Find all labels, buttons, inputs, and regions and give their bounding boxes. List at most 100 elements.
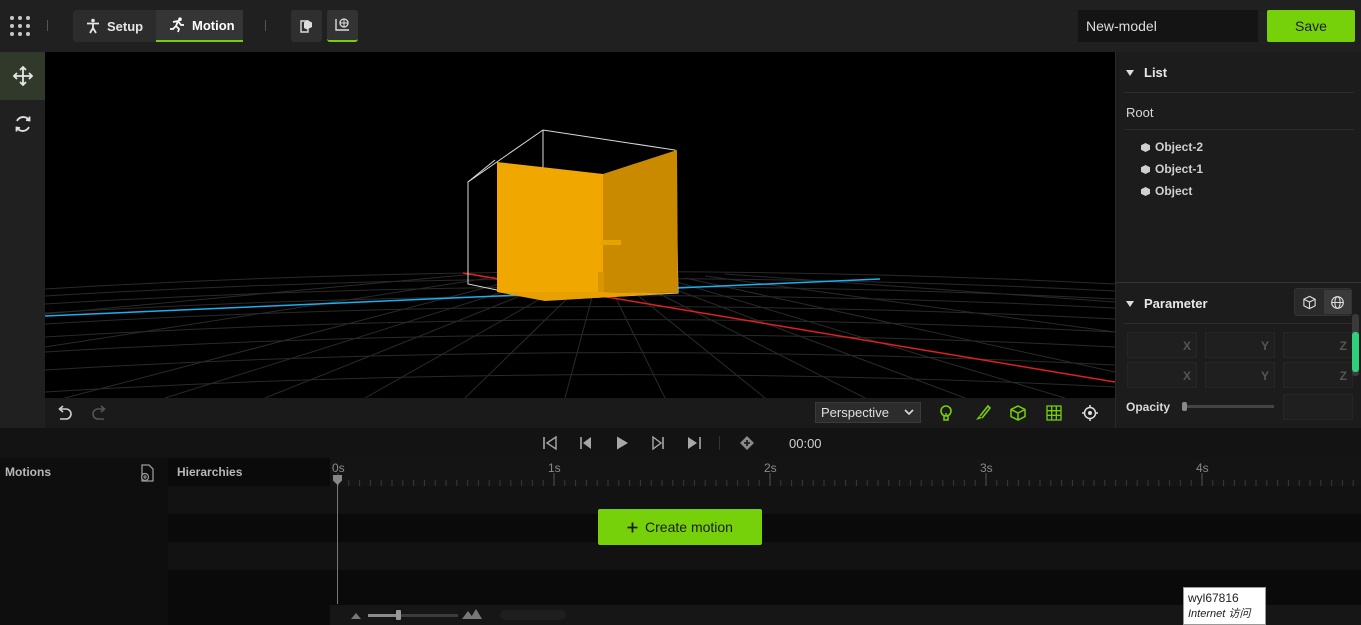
- rotation-x-field[interactable]: X: [1127, 362, 1197, 388]
- light-button[interactable]: [936, 403, 956, 423]
- list-section-header[interactable]: List: [1126, 65, 1167, 80]
- setup-mode-label: Setup: [107, 18, 144, 34]
- plus-icon: [627, 522, 638, 532]
- rotation-y-field[interactable]: Y: [1205, 362, 1275, 388]
- opacity-value-field[interactable]: [1283, 394, 1353, 420]
- list-title: List: [1144, 65, 1168, 80]
- viewport-toolbar: Perspective: [45, 398, 1115, 428]
- panel-scrollbar[interactable]: [1352, 314, 1359, 376]
- save-button[interactable]: Save: [1267, 10, 1355, 42]
- ruler-tick-label: 0s: [332, 461, 345, 475]
- timeline-zoom-slider[interactable]: [368, 610, 458, 620]
- zoom-in-icon[interactable]: [462, 608, 482, 620]
- tree-item-object-2[interactable]: Object-2: [1141, 140, 1203, 154]
- divider: [47, 20, 48, 31]
- position-x-field[interactable]: X: [1127, 332, 1197, 358]
- 3d-viewport[interactable]: [45, 52, 1115, 398]
- model-box-icon: [299, 20, 312, 33]
- timecode: 00:00: [789, 436, 822, 451]
- ruler-tick-label: 1s: [548, 461, 561, 475]
- cube-button[interactable]: [1008, 403, 1028, 423]
- mode-switch: Setup Motion: [73, 10, 243, 42]
- skip-start-icon[interactable]: [542, 435, 558, 451]
- divider: [1124, 129, 1354, 130]
- opacity-slider[interactable]: [1182, 402, 1274, 411]
- divider: [1124, 323, 1354, 324]
- collapse-triangle-icon: [1126, 300, 1134, 307]
- opacity-slider-handle[interactable]: [1182, 402, 1187, 411]
- timeline: Motions Hierarchies 0s 1s 2s 3s 4s Creat…: [0, 458, 1361, 625]
- parameter-section-header[interactable]: Parameter: [1126, 296, 1208, 311]
- opacity-label: Opacity: [1126, 400, 1171, 414]
- add-motion-file-icon[interactable]: [139, 464, 155, 485]
- divider: [1116, 282, 1361, 283]
- cube-icon: [1010, 405, 1026, 421]
- setup-mode-button[interactable]: Setup: [73, 10, 156, 42]
- panel-scrollbar-thumb[interactable]: [1352, 332, 1359, 372]
- tree-item-label: Object-2: [1155, 140, 1204, 154]
- paint-button[interactable]: [972, 403, 992, 423]
- apps-grid-icon[interactable]: [10, 16, 30, 36]
- hierarchies-title: Hierarchies: [177, 465, 243, 479]
- redo-icon[interactable]: [91, 404, 109, 423]
- tree-item-object-1[interactable]: Object-1: [1141, 162, 1203, 176]
- model-name-input[interactable]: [1078, 10, 1258, 42]
- rotation-z-field[interactable]: Z: [1283, 362, 1353, 388]
- collapse-triangle-icon: [1126, 69, 1134, 76]
- step-forward-icon[interactable]: [650, 435, 666, 451]
- move-arrows-icon: [12, 65, 33, 87]
- person-icon: [87, 18, 99, 34]
- motion-mode-button[interactable]: Motion: [156, 10, 243, 42]
- ruler-tick-label: 2s: [764, 461, 777, 475]
- zoom-out-icon[interactable]: [350, 610, 362, 620]
- tooltip-user: wyl67816: [1188, 591, 1239, 605]
- tree-item-object[interactable]: Object: [1141, 184, 1192, 198]
- tooltip-sub: Internet 访问: [1188, 608, 1251, 620]
- motion-mode-label: Motion: [192, 17, 235, 33]
- cube-icon: [1141, 186, 1150, 196]
- camera-mode-select[interactable]: Perspective: [815, 402, 921, 423]
- move-tool-button[interactable]: [0, 52, 45, 100]
- timeline-scrollbar[interactable]: [500, 610, 566, 620]
- playback-bar: 00:00: [0, 428, 1361, 458]
- grid-icon: [1046, 405, 1062, 421]
- motions-panel: Motions: [0, 458, 168, 625]
- add-keyframe-icon[interactable]: [739, 435, 755, 451]
- create-motion-label: Create motion: [645, 519, 733, 535]
- track-row: [168, 486, 1361, 514]
- zoom-slider-handle[interactable]: [395, 610, 401, 620]
- space-toggle: [1294, 288, 1352, 316]
- step-back-icon[interactable]: [578, 435, 594, 451]
- model-view-button[interactable]: [291, 10, 322, 42]
- local-space-button[interactable]: [1296, 290, 1323, 314]
- ruler-tick-label: 3s: [980, 461, 993, 475]
- scene-canvas: [45, 129, 1115, 398]
- world-space-button[interactable]: [1324, 290, 1351, 314]
- cube-icon: [1303, 295, 1316, 309]
- motions-title: Motions: [5, 465, 51, 479]
- grid-button[interactable]: [1044, 403, 1064, 423]
- user-tooltip: wyl67816 Internet 访问: [1183, 587, 1266, 625]
- focus-button[interactable]: [1080, 403, 1100, 423]
- root-node[interactable]: Root: [1126, 105, 1153, 120]
- divider: [719, 436, 720, 450]
- play-icon[interactable]: [614, 435, 630, 451]
- divider: [1124, 92, 1354, 93]
- track-row: [168, 542, 1361, 570]
- rotate-tool-button[interactable]: [0, 100, 45, 148]
- skip-end-icon[interactable]: [686, 435, 702, 451]
- world-grid-icon: [335, 18, 349, 31]
- create-motion-button[interactable]: Create motion: [598, 509, 762, 545]
- undo-icon[interactable]: [55, 404, 73, 423]
- position-y-field[interactable]: Y: [1205, 332, 1275, 358]
- chevron-down-icon: [904, 409, 914, 416]
- playhead-line[interactable]: [337, 478, 338, 604]
- world-view-button[interactable]: [327, 10, 358, 42]
- top-bar: Setup Motion Save: [0, 0, 1361, 52]
- position-z-field[interactable]: Z: [1283, 332, 1353, 358]
- globe-icon: [1331, 295, 1344, 309]
- tree-item-label: Object-1: [1155, 162, 1204, 176]
- time-ruler[interactable]: 0s 1s 2s 3s 4s: [330, 458, 1361, 486]
- zoom-slider-fill: [368, 614, 398, 617]
- paint-brush-icon: [976, 404, 991, 420]
